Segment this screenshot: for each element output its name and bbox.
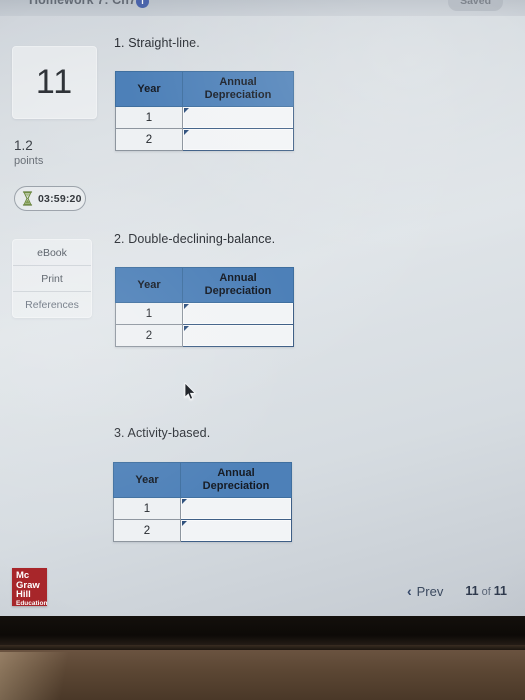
question-3-label: 3. Activity-based. bbox=[114, 426, 211, 440]
cell-marker-icon bbox=[182, 499, 187, 504]
question-number-box: 11 bbox=[12, 46, 97, 119]
year-cell: 2 bbox=[115, 128, 183, 151]
points-value: 1.2 bbox=[14, 138, 33, 153]
cell-marker-icon bbox=[182, 521, 187, 526]
mcgraw-hill-logo: Mc Graw Hill Education bbox=[12, 568, 48, 608]
table-row: 1 bbox=[113, 497, 292, 520]
year-cell: 1 bbox=[115, 106, 183, 129]
annual-depreciation-input-1-1[interactable] bbox=[182, 106, 294, 129]
year-cell: 2 bbox=[115, 324, 183, 347]
header-line-1: Annual bbox=[217, 467, 255, 480]
cell-marker-icon bbox=[184, 108, 189, 113]
column-header-year: Year bbox=[115, 267, 183, 303]
table-row: 2 bbox=[115, 324, 294, 347]
page-title: 11 bbox=[35, 63, 74, 101]
header-line-2: Depreciation bbox=[202, 480, 270, 492]
page-indicator: 11 of 11 bbox=[465, 584, 507, 598]
table-header-row: Year Annual Depreciation bbox=[113, 462, 292, 498]
info-icon[interactable]: i bbox=[136, 0, 149, 8]
annual-depreciation-input-3-2[interactable] bbox=[180, 519, 292, 542]
question-1-label: 1. Straight-line. bbox=[114, 36, 200, 50]
prev-button[interactable]: ‹ Prev bbox=[407, 583, 443, 599]
table-header-row: Year Annual Depreciation bbox=[115, 71, 294, 107]
logo-line-3: Hill bbox=[16, 589, 31, 601]
table-row: 1 bbox=[115, 302, 294, 325]
table-row: 1 bbox=[115, 106, 294, 129]
column-header-annual-depreciation: Annual Depreciation bbox=[182, 71, 294, 107]
table-row: 2 bbox=[115, 128, 294, 151]
desk-highlight bbox=[0, 652, 90, 700]
depreciation-table-3: Year Annual Depreciation 1 2 bbox=[113, 462, 292, 542]
print-button[interactable]: Print bbox=[13, 266, 91, 292]
year-cell: 1 bbox=[115, 302, 183, 325]
mouse-cursor-icon bbox=[184, 382, 197, 401]
laptop-photo: Homework 7: Ch7 i Saved 11 1.2 points 03… bbox=[0, 0, 525, 700]
page-total: 11 bbox=[493, 584, 507, 598]
timer-text: 03:59:20 bbox=[38, 192, 82, 205]
column-header-year: Year bbox=[115, 71, 183, 107]
header-line-1: Annual bbox=[219, 272, 257, 285]
column-header-annual-depreciation: Annual Depreciation bbox=[180, 462, 292, 498]
header-line-2: Depreciation bbox=[204, 89, 272, 101]
prev-label: Prev bbox=[416, 583, 444, 599]
header-line-2: Depreciation bbox=[204, 285, 272, 297]
homework-title: Homework 7: Ch7 bbox=[29, 0, 137, 7]
annual-depreciation-input-2-1[interactable] bbox=[182, 302, 294, 325]
page-of-label: of bbox=[481, 586, 491, 598]
depreciation-table-1: Year Annual Depreciation 1 2 bbox=[115, 71, 294, 151]
pagination: ‹ Prev 11 of 11 bbox=[407, 583, 507, 599]
table-header-row: Year Annual Depreciation bbox=[115, 267, 294, 303]
depreciation-table-2: Year Annual Depreciation 1 2 bbox=[115, 267, 294, 347]
tools-panel: eBook Print References bbox=[12, 239, 92, 318]
annual-depreciation-input-3-1[interactable] bbox=[180, 497, 292, 520]
ebook-button[interactable]: eBook bbox=[13, 240, 91, 266]
references-button[interactable]: References bbox=[13, 292, 91, 317]
page-current: 11 bbox=[465, 584, 479, 598]
laptop-bezel bbox=[0, 616, 525, 648]
year-cell: 1 bbox=[113, 497, 181, 520]
question-2-label: 2. Double-declining-balance. bbox=[114, 232, 276, 246]
cell-marker-icon bbox=[184, 130, 189, 135]
annual-depreciation-input-1-2[interactable] bbox=[182, 128, 294, 151]
points-label: points bbox=[14, 155, 44, 167]
logo-line-4: Education bbox=[16, 600, 48, 608]
hourglass-icon bbox=[22, 191, 33, 206]
chevron-left-icon: ‹ bbox=[406, 583, 412, 599]
annual-depreciation-input-2-2[interactable] bbox=[182, 324, 294, 347]
timer-badge: 03:59:20 bbox=[14, 186, 86, 211]
year-cell: 2 bbox=[113, 519, 181, 542]
laptop-screen: Homework 7: Ch7 i Saved 11 1.2 points 03… bbox=[0, 0, 525, 616]
header-line-1: Annual bbox=[219, 76, 257, 89]
status-badge: Saved bbox=[448, 0, 503, 11]
top-app-bar: Homework 7: Ch7 i Saved bbox=[0, 0, 525, 16]
cell-marker-icon bbox=[184, 326, 189, 331]
cell-marker-icon bbox=[184, 304, 189, 309]
table-row: 2 bbox=[113, 519, 292, 542]
column-header-year: Year bbox=[113, 462, 181, 498]
column-header-annual-depreciation: Annual Depreciation bbox=[182, 267, 294, 303]
